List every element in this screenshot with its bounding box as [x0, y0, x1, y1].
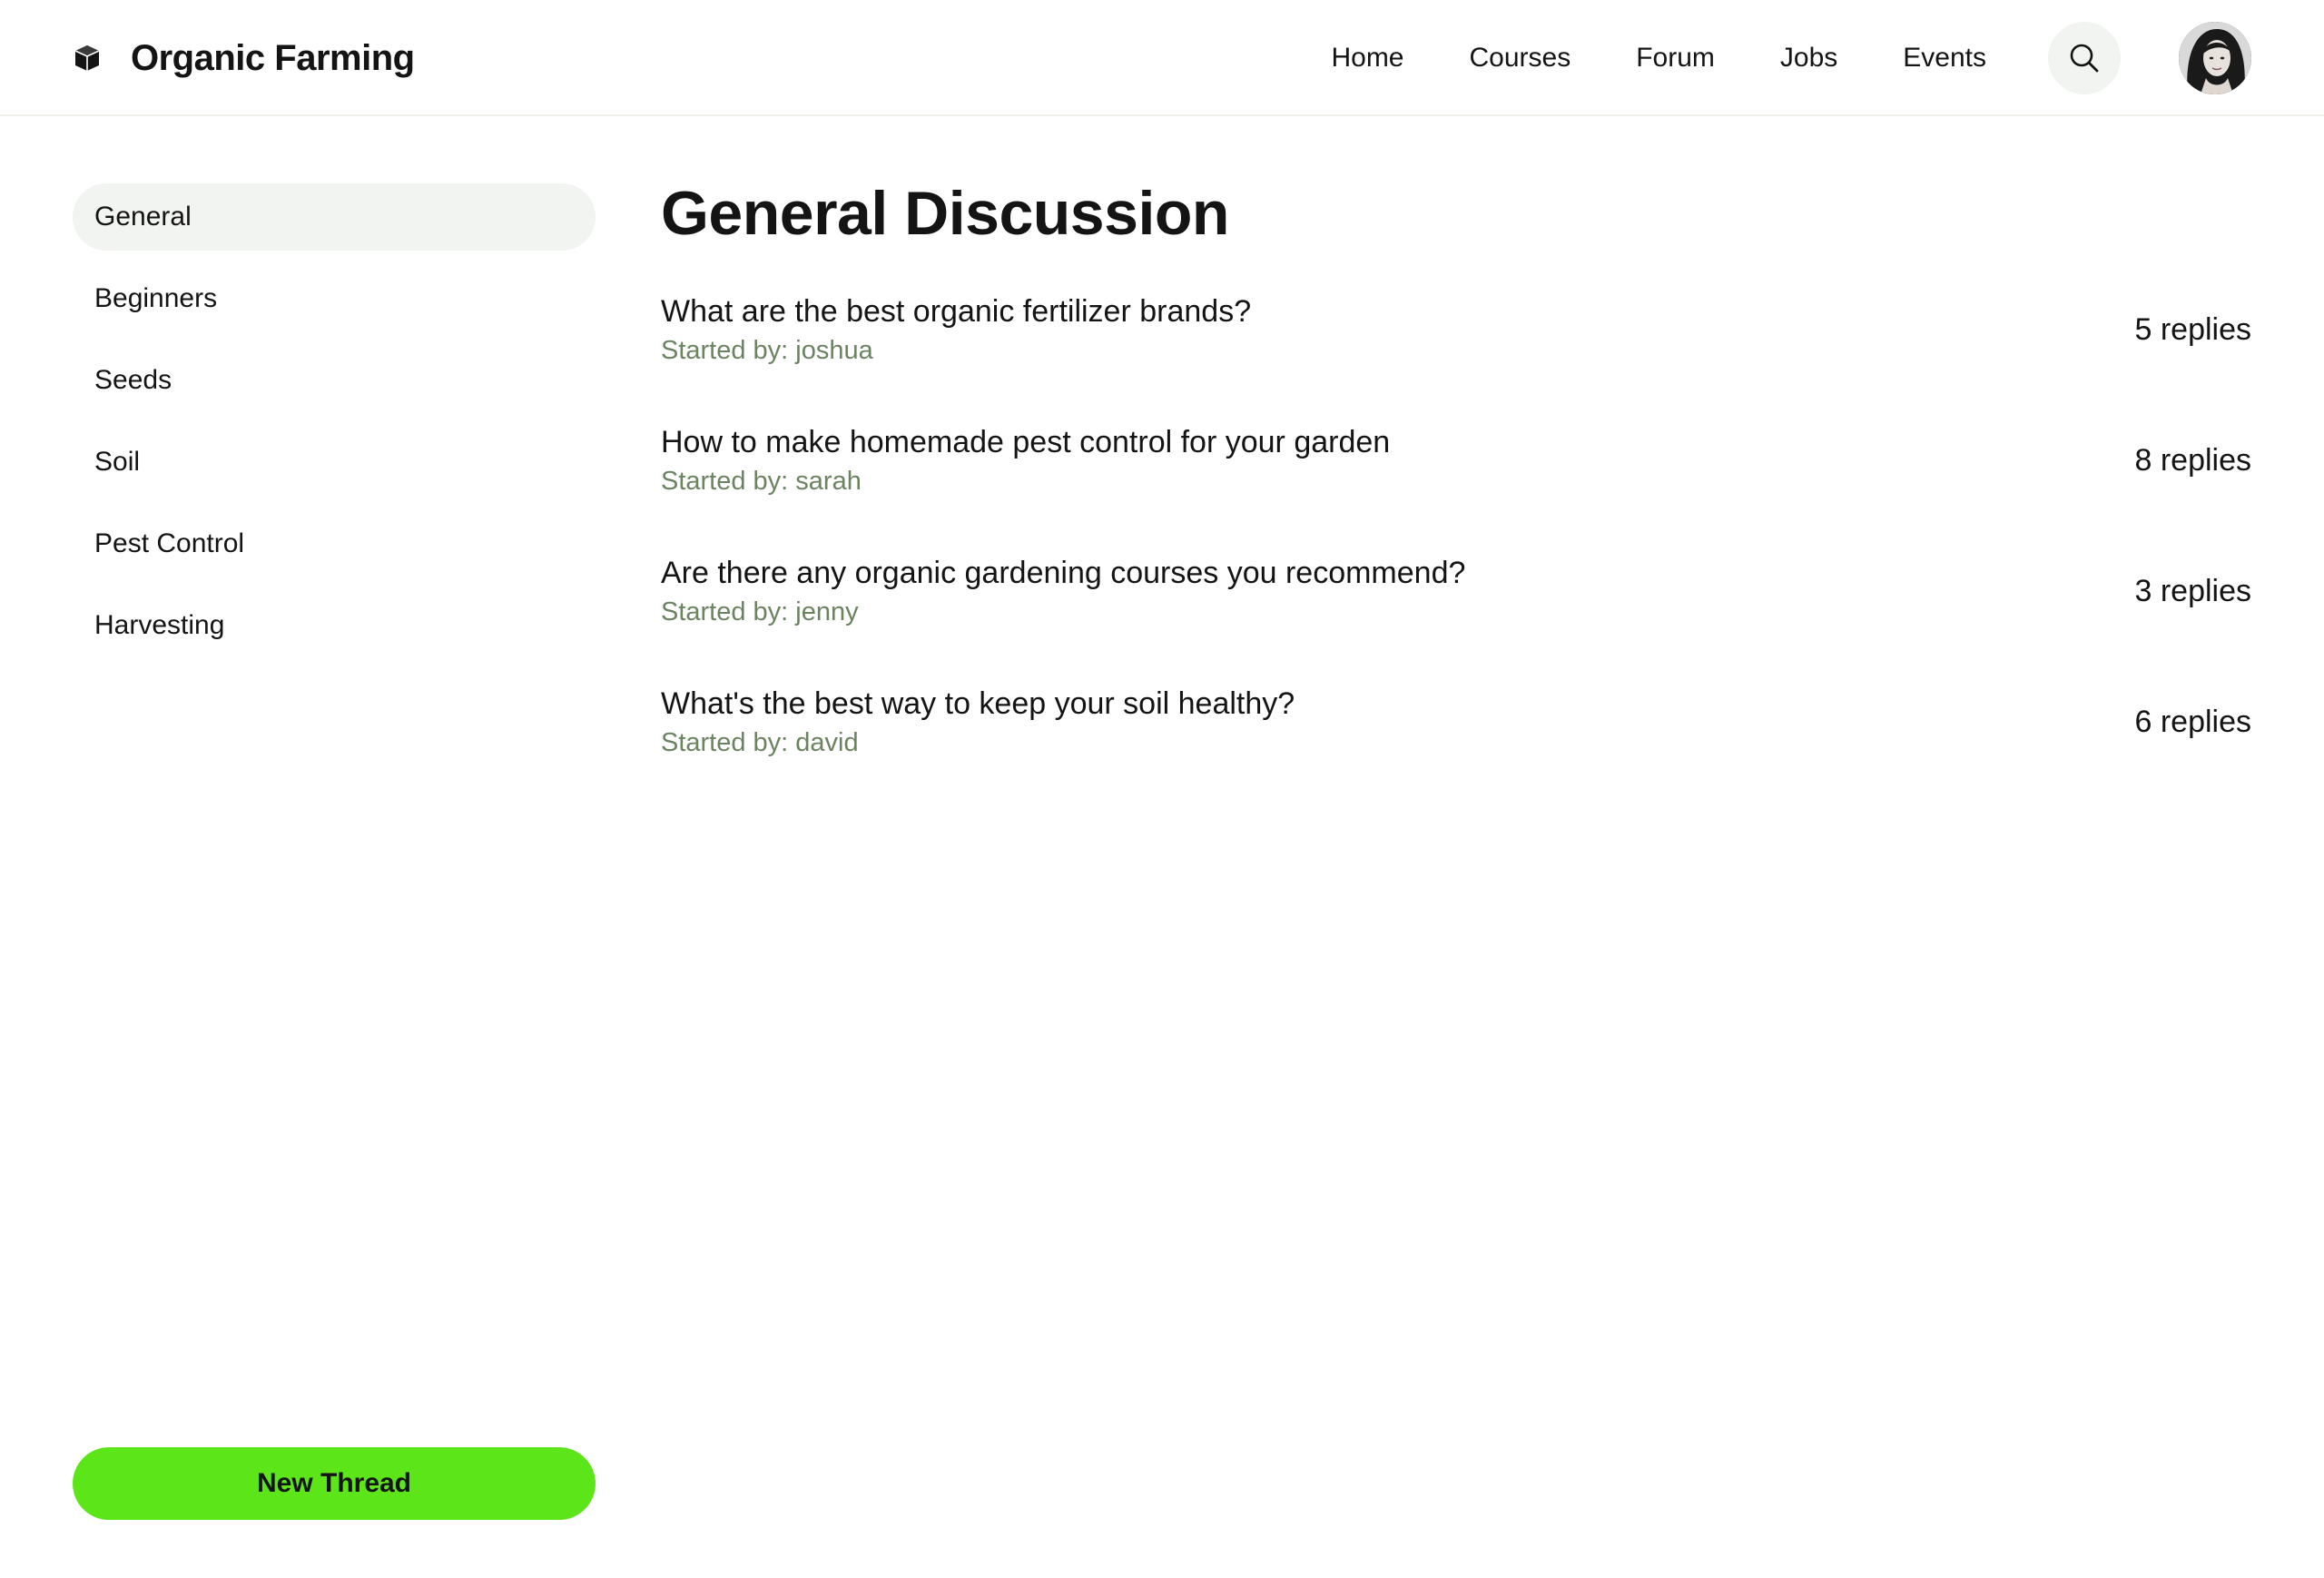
app-root: Organic Farming Home Courses Forum Jobs …: [0, 0, 2324, 1578]
thread-replies: 8 replies: [2134, 443, 2251, 478]
nav-jobs[interactable]: Jobs: [1780, 43, 1837, 74]
thread-title[interactable]: What are the best organic fertilizer bra…: [661, 291, 1251, 332]
brand-name: Organic Farming: [131, 37, 415, 78]
avatar[interactable]: [2179, 22, 2251, 94]
search-button[interactable]: [2048, 22, 2121, 94]
thread-row[interactable]: What's the best way to keep your soil he…: [661, 683, 2251, 814]
brand[interactable]: Organic Farming: [73, 0, 415, 116]
sidebar-item-seeds[interactable]: Seeds: [73, 347, 596, 414]
thread-row[interactable]: Are there any organic gardening courses …: [661, 552, 2251, 683]
thread-text: Are there any organic gardening courses …: [661, 552, 1465, 630]
thread-author: Started by: joshua: [661, 336, 873, 365]
sidebar-item-pest-control[interactable]: Pest Control: [73, 510, 596, 577]
main-content: General Discussion What are the best org…: [661, 173, 2251, 814]
cube-icon: [74, 45, 100, 71]
thread-row[interactable]: How to make homemade pest control for yo…: [661, 421, 2251, 552]
thread-title[interactable]: What's the best way to keep your soil he…: [661, 683, 1295, 725]
nav-home[interactable]: Home: [1331, 43, 1403, 74]
thread-author: Started by: jenny: [661, 597, 859, 626]
thread-replies: 3 replies: [2134, 574, 2251, 608]
thread-author: Started by: sarah: [661, 467, 862, 496]
user-avatar-icon: [2179, 22, 2251, 94]
thread-list: What are the best organic fertilizer bra…: [661, 291, 2251, 814]
page-title: General Discussion: [661, 179, 1229, 248]
nav-courses[interactable]: Courses: [1470, 43, 1571, 74]
thread-title[interactable]: Are there any organic gardening courses …: [661, 552, 1465, 594]
thread-row[interactable]: What are the best organic fertilizer bra…: [661, 291, 2251, 421]
sidebar-item-soil[interactable]: Soil: [73, 429, 596, 496]
nav-forum[interactable]: Forum: [1636, 43, 1715, 74]
thread-title[interactable]: How to make homemade pest control for yo…: [661, 421, 1390, 463]
sidebar-item-general[interactable]: General: [73, 183, 596, 251]
new-thread-button[interactable]: New Thread: [73, 1447, 596, 1520]
thread-replies: 5 replies: [2134, 312, 2251, 347]
main-nav: Home Courses Forum Jobs Events: [1331, 0, 1986, 116]
thread-author: Started by: david: [661, 728, 859, 757]
search-icon: [2070, 44, 2099, 73]
sidebar-item-harvesting[interactable]: Harvesting: [73, 592, 596, 659]
thread-replies: 6 replies: [2134, 705, 2251, 739]
thread-text: What are the best organic fertilizer bra…: [661, 291, 1251, 369]
category-sidebar: General Beginners Seeds Soil Pest Contro…: [73, 183, 596, 674]
sidebar-item-beginners[interactable]: Beginners: [73, 265, 596, 332]
nav-events[interactable]: Events: [1903, 43, 1986, 74]
thread-text: What's the best way to keep your soil he…: [661, 683, 1295, 761]
thread-text: How to make homemade pest control for yo…: [661, 421, 1390, 499]
top-header: Organic Farming Home Courses Forum Jobs …: [0, 0, 2324, 116]
